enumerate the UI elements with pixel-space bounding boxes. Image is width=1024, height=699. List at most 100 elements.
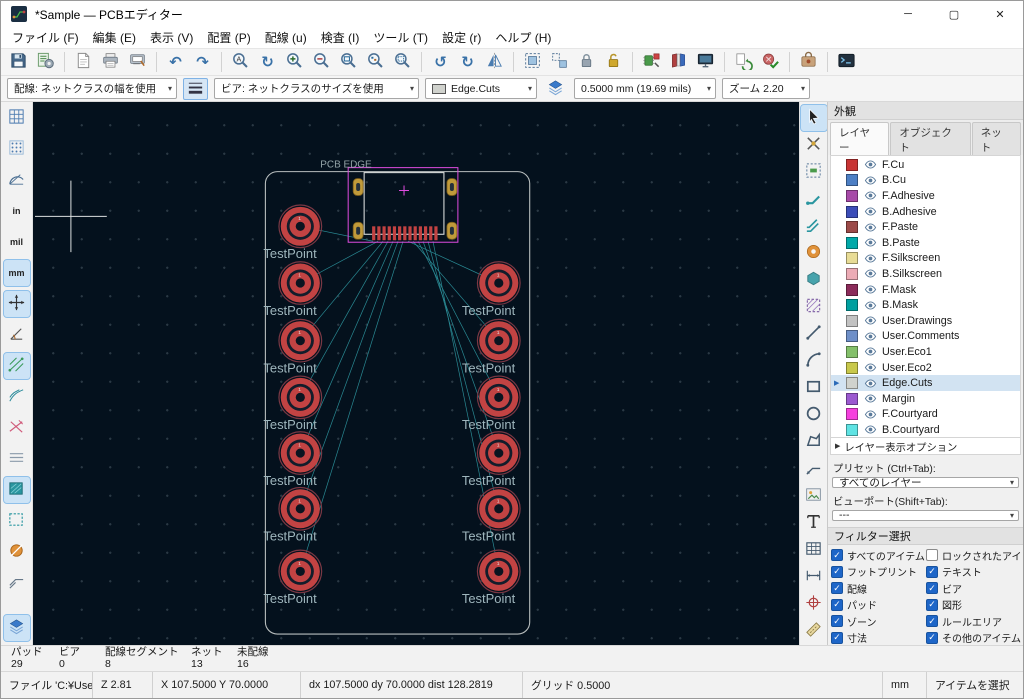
place-via-tool-button[interactable]: [801, 240, 827, 266]
draw-rect-tool-button[interactable]: [801, 375, 827, 401]
filter-item[interactable]: ✓フットプリント: [831, 564, 926, 579]
filter-item[interactable]: ✓テキスト: [926, 564, 1021, 579]
layer-row-b-paste[interactable]: B.Paste: [831, 235, 1020, 251]
polar-coordinates-button[interactable]: [4, 167, 30, 193]
layer-row-user-eco2[interactable]: User.Eco2: [831, 360, 1020, 376]
pad-outline-mode-button[interactable]: [4, 539, 30, 565]
menu-edit[interactable]: 編集 (E): [86, 27, 143, 48]
curved-ratsnest-button[interactable]: [4, 384, 30, 410]
filter-item[interactable]: ✓配線: [831, 581, 926, 596]
save-button[interactable]: [5, 49, 32, 75]
pcb-canvas[interactable]: PCB EDGE1TestPoint1TestPoint1TestPoint1T…: [33, 102, 799, 645]
testpoint-pad[interactable]: 1: [477, 376, 520, 419]
layer-row-user-eco1[interactable]: User.Eco1: [831, 344, 1020, 360]
layer-visibility-eye-icon[interactable]: [863, 267, 877, 281]
lock-items-button[interactable]: [573, 49, 600, 75]
layer-visibility-eye-icon[interactable]: [863, 392, 877, 406]
measure-tool-button[interactable]: [801, 618, 827, 644]
angle-mode-button[interactable]: [4, 322, 30, 348]
layer-visibility-eye-icon[interactable]: [863, 283, 877, 297]
layer-row-b-courtyard[interactable]: B.Courtyard: [831, 422, 1020, 438]
menu-help[interactable]: ヘルプ (H): [488, 27, 558, 48]
table-tool-button[interactable]: [801, 537, 827, 563]
filter-checkbox[interactable]: ✓: [831, 615, 843, 627]
route-tracks-tool-button[interactable]: [801, 186, 827, 212]
filter-checkbox[interactable]: [926, 549, 938, 561]
ratsnest-visibility-button[interactable]: [4, 415, 30, 441]
leader-tool-button[interactable]: [801, 456, 827, 482]
layer-color-swatch[interactable]: [846, 330, 858, 342]
board-setup-button[interactable]: [32, 49, 59, 75]
layer-visibility-eye-icon[interactable]: [863, 314, 877, 328]
layer-color-swatch[interactable]: [846, 159, 858, 171]
zoom-objects-button[interactable]: [362, 49, 389, 75]
layer-display-options[interactable]: ▶ レイヤー表示オプション: [830, 438, 1021, 455]
undo-button[interactable]: ↶: [162, 49, 189, 75]
layer-color-swatch[interactable]: [846, 206, 858, 218]
layer-manager-button[interactable]: [543, 78, 568, 100]
filter-item[interactable]: ✓その他のアイテム: [926, 630, 1021, 645]
group-items-button[interactable]: [519, 49, 546, 75]
zoom-selection-button[interactable]: [389, 49, 416, 75]
layer-row-b-silkscreen[interactable]: B.Silkscreen: [831, 266, 1020, 282]
text-tool-button[interactable]: [801, 510, 827, 536]
layer-color-swatch[interactable]: [846, 252, 858, 264]
filter-checkbox[interactable]: ✓: [926, 615, 938, 627]
layer-row-edge-cuts[interactable]: ▶Edge.Cuts: [831, 375, 1020, 391]
find-button[interactable]: A: [227, 49, 254, 75]
units-inches-button[interactable]: in: [4, 198, 30, 224]
update-pcb-button[interactable]: [730, 49, 757, 75]
show-ratsnest-button[interactable]: [4, 353, 30, 379]
layer-manager-toggle-button[interactable]: [4, 615, 30, 641]
layer-row-f-silkscreen[interactable]: F.Silkscreen: [831, 251, 1020, 267]
filter-checkbox[interactable]: ✓: [831, 632, 843, 644]
highlight-net-tool-button[interactable]: [801, 132, 827, 158]
filter-item[interactable]: ✓パッド: [831, 597, 926, 612]
plugin-manager-button[interactable]: [795, 49, 822, 75]
draw-line-tool-button[interactable]: [801, 321, 827, 347]
filter-item[interactable]: ✓寸法: [831, 630, 926, 645]
draw-circle-tool-button[interactable]: [801, 402, 827, 428]
menu-file[interactable]: ファイル (F): [5, 27, 86, 48]
draw-zone-tool-button[interactable]: [801, 267, 827, 293]
layer-visibility-eye-icon[interactable]: [863, 189, 877, 203]
layer-visibility-eye-icon[interactable]: [863, 423, 877, 437]
layer-color-swatch[interactable]: [846, 174, 858, 186]
rule-area-tool-button[interactable]: [801, 294, 827, 320]
layer-color-swatch[interactable]: [846, 346, 858, 358]
layer-select[interactable]: Edge.Cuts ▾: [425, 78, 537, 99]
grid-dots-button[interactable]: [4, 136, 30, 162]
maximize-button[interactable]: ▢: [931, 1, 977, 27]
units-mm-button[interactable]: mm: [4, 260, 30, 286]
draw-polygon-tool-button[interactable]: [801, 429, 827, 455]
drc-check-button[interactable]: [757, 49, 784, 75]
menu-place[interactable]: 配置 (P): [200, 27, 257, 48]
plot-button[interactable]: [124, 49, 151, 75]
layer-color-swatch[interactable]: [846, 284, 858, 296]
filter-item[interactable]: ロックされたアイテム: [926, 548, 1021, 563]
scripting-console-button[interactable]: [833, 49, 860, 75]
zoom-fit-button[interactable]: [335, 49, 362, 75]
testpoint-pad[interactable]: 1: [279, 376, 322, 419]
layer-row-f-mask[interactable]: F.Mask: [831, 282, 1020, 298]
testpoint-pad[interactable]: 1: [477, 550, 520, 593]
layer-visibility-eye-icon[interactable]: [863, 329, 877, 343]
image-tool-button[interactable]: [801, 483, 827, 509]
layer-row-f-adhesive[interactable]: F.Adhesive: [831, 188, 1020, 204]
menu-tools[interactable]: ツール (T): [366, 27, 435, 48]
track-outline-mode-button[interactable]: [4, 570, 30, 596]
layer-visibility-eye-icon[interactable]: [863, 407, 877, 421]
tab-レイヤー[interactable]: レイヤー: [830, 122, 889, 155]
layer-color-swatch[interactable]: [846, 190, 858, 202]
layer-visibility-eye-icon[interactable]: [863, 173, 877, 187]
layer-row-user-drawings[interactable]: User.Drawings: [831, 313, 1020, 329]
filter-checkbox[interactable]: ✓: [831, 566, 843, 578]
origin-tool-button[interactable]: [801, 591, 827, 617]
layer-color-swatch[interactable]: [846, 362, 858, 374]
layer-row-margin[interactable]: Margin: [831, 391, 1020, 407]
layer-row-f-paste[interactable]: F.Paste: [831, 219, 1020, 235]
layer-color-swatch[interactable]: [846, 315, 858, 327]
filter-checkbox[interactable]: ✓: [831, 582, 843, 594]
layer-color-swatch[interactable]: [846, 424, 858, 436]
filter-checkbox[interactable]: ✓: [831, 549, 843, 561]
